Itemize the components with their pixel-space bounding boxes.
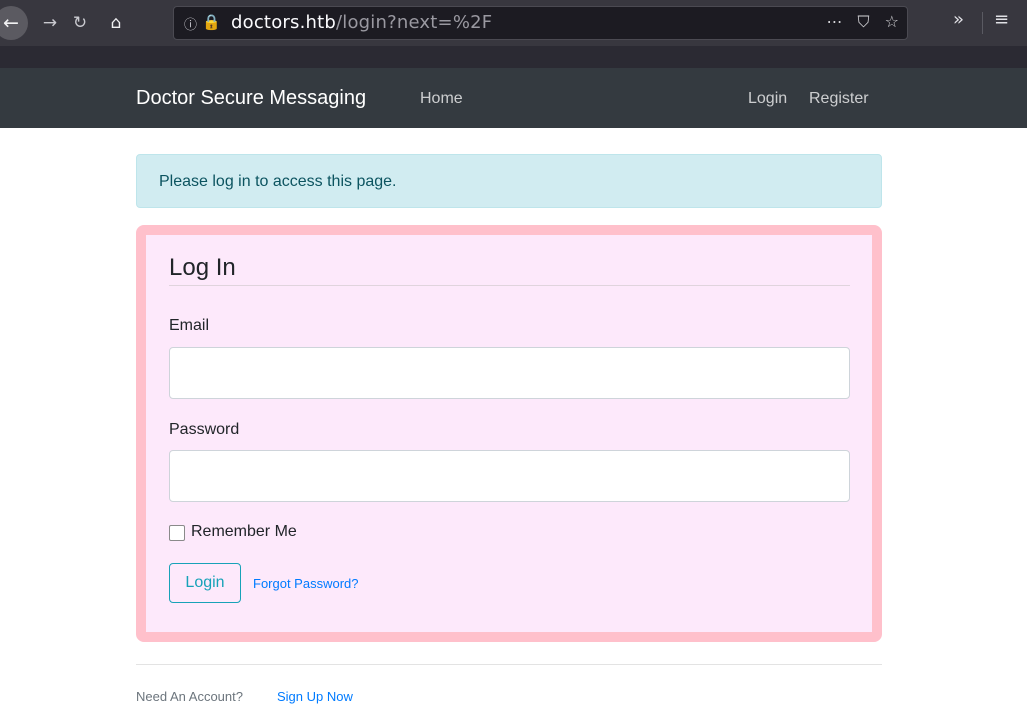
back-icon[interactable]: ←	[0, 6, 28, 40]
forward-icon[interactable]: →	[36, 9, 64, 37]
more-icon[interactable]: ⋯	[826, 12, 842, 31]
nav-login-link[interactable]: Login	[748, 90, 787, 108]
overflow-icon[interactable]: »	[953, 9, 964, 30]
login-card: Log In Email Password Remember Me Login …	[136, 225, 882, 642]
login-button[interactable]: Login	[169, 563, 241, 603]
email-field[interactable]	[169, 347, 850, 399]
sign-up-link[interactable]: Sign Up Now	[277, 689, 353, 704]
password-label: Password	[169, 421, 240, 438]
brand-link[interactable]: Doctor Secure Messaging	[136, 87, 366, 110]
url-host: doctors.htb	[231, 12, 336, 33]
info-alert: Please log in to access this page.	[136, 154, 882, 208]
browser-chrome: ← → ↻ ⌂ ⓘ 🔒 doctors.htb/login?next=%2F ⋯…	[0, 0, 1027, 68]
reload-icon[interactable]: ↻	[66, 9, 94, 37]
browser-toolbar: ← → ↻ ⌂ ⓘ 🔒 doctors.htb/login?next=%2F ⋯…	[0, 0, 1027, 46]
forgot-password-link[interactable]: Forgot Password?	[253, 576, 359, 591]
password-field[interactable]	[169, 450, 850, 502]
email-label: Email	[169, 317, 210, 334]
site-navbar: Doctor Secure Messaging Home Login Regis…	[0, 68, 1027, 128]
remember-me-checkbox[interactable]	[169, 525, 185, 541]
menu-icon[interactable]: ≡	[994, 9, 1009, 30]
nav-register-link[interactable]: Register	[809, 90, 869, 108]
toolbar-divider	[982, 12, 983, 34]
insecure-lock-icon[interactable]: 🔒	[202, 13, 221, 31]
footer-divider	[136, 664, 882, 665]
home-icon[interactable]: ⌂	[102, 9, 130, 37]
alert-message: Please log in to access this page.	[159, 173, 397, 190]
need-account-text: Need An Account?	[136, 689, 243, 704]
form-legend: Log In	[169, 254, 850, 286]
url-bar[interactable]: ⓘ 🔒 doctors.htb/login?next=%2F ⋯ ⛉ ☆	[173, 6, 908, 40]
info-icon[interactable]: ⓘ	[184, 14, 197, 33]
pocket-icon[interactable]: ⛉	[858, 12, 870, 31]
nav-home-link[interactable]: Home	[420, 90, 463, 108]
url-path: /login?next=%2F	[336, 12, 493, 33]
bookmark-star-icon[interactable]: ☆	[885, 12, 899, 31]
url-actions: ⋯ ⛉ ☆	[816, 12, 899, 32]
remember-me-label[interactable]: Remember Me	[191, 523, 297, 541]
url-text[interactable]: doctors.htb/login?next=%2F	[231, 12, 492, 33]
